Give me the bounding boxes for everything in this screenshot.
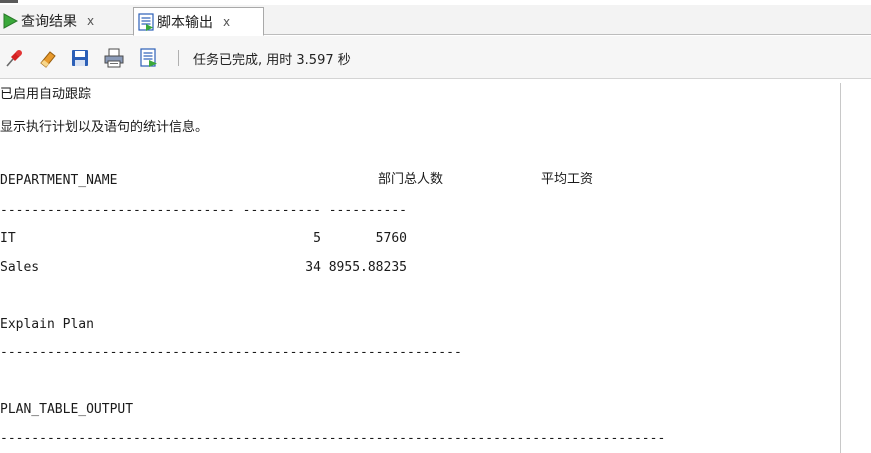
top-strip-mark <box>0 0 18 3</box>
toolbar: 任务已完成, 用时 3.597 秒 <box>0 36 871 79</box>
close-icon[interactable]: x <box>223 15 230 29</box>
script-output-icon <box>138 12 154 31</box>
script-output-window: 查询结果 x 脚本输出 x 任务已完成, 用时 3.597 秒 已启用自动跟踪 … <box>0 0 871 453</box>
output-col-department-name: DEPARTMENT_NAME <box>0 173 118 188</box>
print-icon[interactable] <box>104 48 124 68</box>
tab-query-result[interactable]: 查询结果 x <box>0 7 132 34</box>
output-separator-columns: ------------------------------ ---------… <box>0 203 407 218</box>
eraser-icon[interactable] <box>38 48 58 68</box>
output-explain-plan: Explain Plan <box>0 317 94 332</box>
tab-bar: 查询结果 x 脚本输出 x <box>0 5 871 36</box>
pin-icon[interactable] <box>4 48 24 68</box>
output-line-trace-enabled: 已启用自动跟踪 <box>0 87 92 102</box>
top-strip <box>0 0 871 4</box>
close-icon[interactable]: x <box>87 14 94 28</box>
tab-script-output[interactable]: 脚本输出 x <box>133 7 264 36</box>
toolbar-separator <box>178 50 179 66</box>
task-status: 任务已完成, 用时 3.597 秒 <box>193 53 351 68</box>
output-line-plan-info: 显示执行计划以及语句的统计信息。 <box>0 120 209 135</box>
output-row-sales: Sales 34 8955.88235 <box>0 260 407 275</box>
output-col-avg-salary: 平均工资 <box>541 172 594 187</box>
output-separator-plan: ----------------------------------------… <box>0 431 666 446</box>
tab-query-result-label: 查询结果 <box>21 13 77 30</box>
script-output-area[interactable]: 已启用自动跟踪 显示执行计划以及语句的统计信息。 DEPARTMENT_NAME… <box>0 79 871 453</box>
run-icon <box>2 12 18 29</box>
output-row-it: IT 5 5760 <box>0 231 407 246</box>
output-separator-explain: ----------------------------------------… <box>0 345 462 360</box>
output-plan-table-output: PLAN_TABLE_OUTPUT <box>0 402 134 417</box>
tab-script-output-label: 脚本输出 <box>157 14 213 31</box>
save-icon[interactable] <box>70 48 90 68</box>
script-icon[interactable] <box>139 48 159 68</box>
right-margin-line <box>840 83 841 453</box>
output-col-count: 部门总人数 <box>378 172 444 187</box>
